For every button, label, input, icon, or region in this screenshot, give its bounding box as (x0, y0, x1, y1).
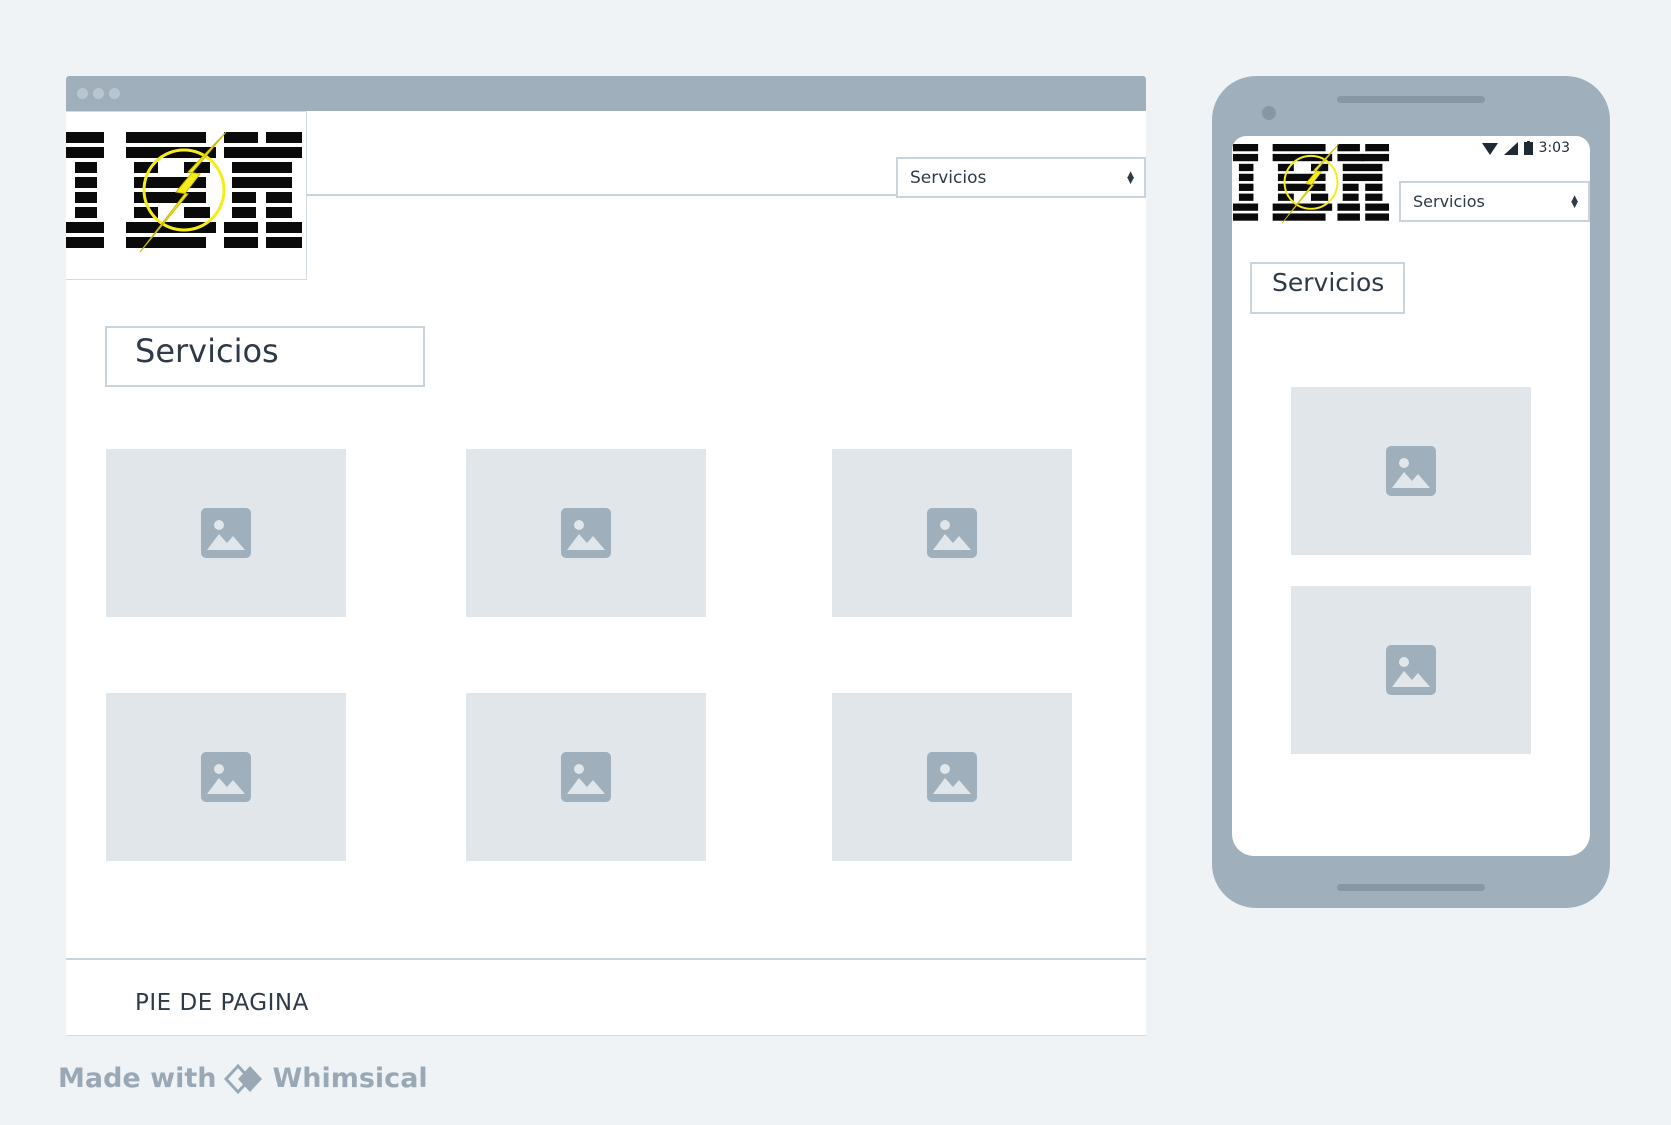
image-icon (927, 752, 977, 802)
image-placeholder[interactable] (466, 693, 706, 861)
image-placeholder[interactable] (832, 693, 1072, 861)
logo[interactable] (66, 111, 307, 280)
footer: PIE DE PAGINA (66, 958, 1146, 1036)
page-title: Servicios (135, 332, 279, 370)
image-icon (561, 752, 611, 802)
image-icon (1386, 645, 1436, 695)
services-select-value: Servicios (1413, 192, 1485, 211)
wifi-icon (1481, 142, 1498, 155)
ibm-flash-logo-icon (66, 132, 302, 253)
phone-screen: 3:03 Servicios ▲ ▼ Servicios (1232, 136, 1590, 856)
image-icon (927, 508, 977, 558)
image-placeholder[interactable] (466, 449, 706, 617)
image-icon (201, 752, 251, 802)
select-arrows-icon: ▲ ▼ (1571, 193, 1578, 210)
image-placeholder[interactable] (1291, 586, 1531, 754)
page-title-box: Servicios (1250, 262, 1405, 314)
phone-camera (1262, 106, 1276, 120)
watermark-brand: Whimsical (272, 1063, 428, 1094)
services-select-value: Servicios (910, 167, 987, 188)
footer-text: PIE DE PAGINA (135, 990, 309, 1016)
ibm-flash-logo-icon (1232, 143, 1390, 224)
signal-icon (1503, 141, 1518, 155)
phone-home-indicator (1337, 884, 1485, 891)
window-dot (77, 88, 88, 99)
whimsical-watermark[interactable]: Made with Whimsical (58, 1063, 428, 1094)
status-time: 3:03 (1538, 140, 1570, 156)
image-icon (1386, 446, 1436, 496)
browser-title-bar (66, 76, 1146, 111)
image-placeholder[interactable] (1291, 387, 1531, 555)
image-icon (201, 508, 251, 558)
window-dot (109, 88, 120, 99)
mobile-phone-frame: 3:03 Servicios ▲ ▼ Servicios (1212, 76, 1610, 908)
phone-speaker (1337, 96, 1485, 103)
status-bar: 3:03 (1481, 140, 1570, 156)
window-dot (93, 88, 104, 99)
image-placeholder[interactable] (106, 449, 346, 617)
page-title: Servicios (1272, 268, 1385, 297)
image-placeholder[interactable] (832, 449, 1072, 617)
whimsical-logo-icon (224, 1063, 263, 1094)
select-arrows-icon: ▲ ▼ (1127, 169, 1134, 186)
page-title-box: Servicios (105, 326, 425, 387)
services-select[interactable]: Servicios ▲ ▼ (1399, 181, 1590, 222)
services-select[interactable]: Servicios ▲ ▼ (896, 157, 1146, 198)
image-placeholder[interactable] (106, 693, 346, 861)
logo[interactable] (1232, 143, 1390, 230)
battery-icon (1523, 141, 1533, 155)
desktop-browser-frame: Servicios ▲ ▼ Servicios PIE DE PAGINA (66, 76, 1146, 1036)
image-icon (561, 508, 611, 558)
watermark-prefix: Made with (58, 1063, 217, 1094)
